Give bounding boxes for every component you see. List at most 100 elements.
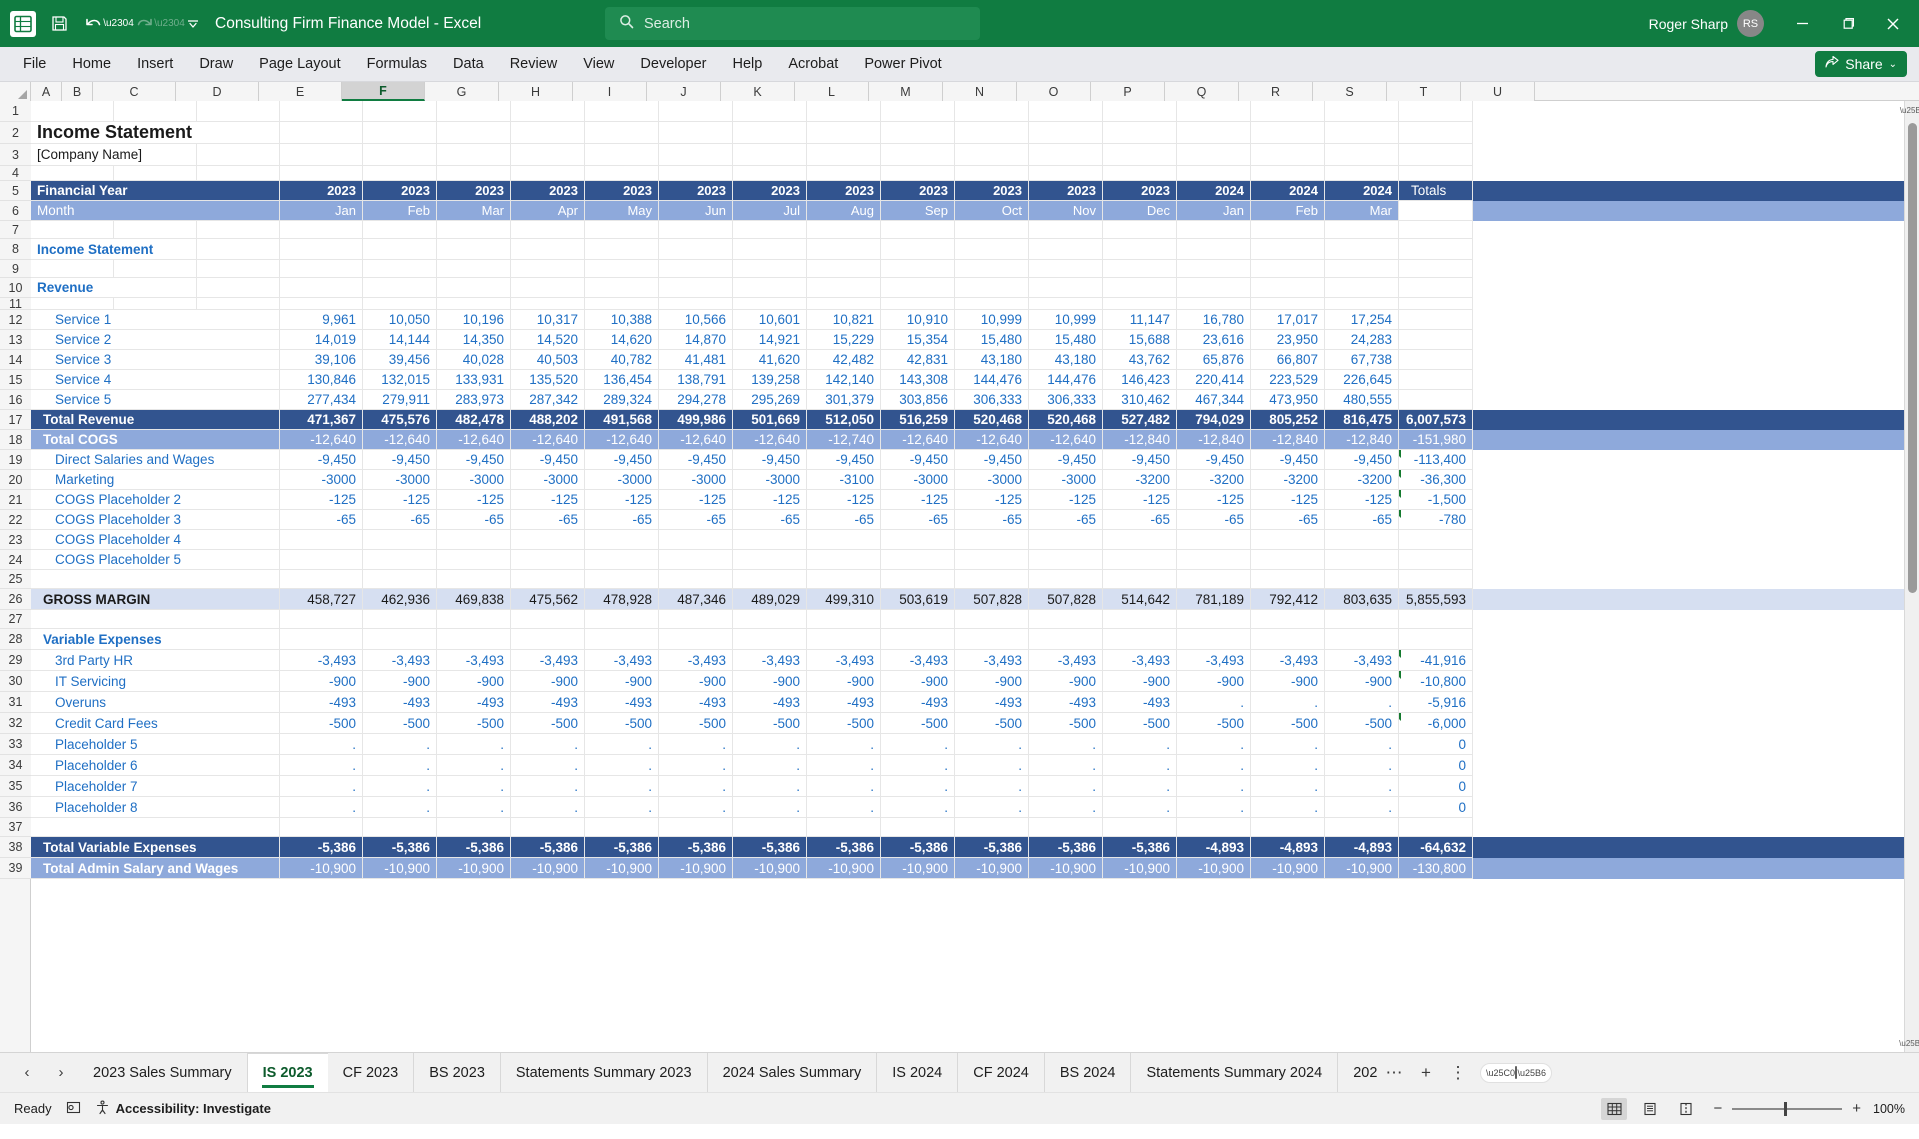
data-cell[interactable]: 14,921 xyxy=(733,330,807,350)
total-cell[interactable] xyxy=(1399,530,1473,550)
cell[interactable] xyxy=(733,101,807,122)
data-cell[interactable]: -3,493 xyxy=(585,650,659,671)
data-cell[interactable] xyxy=(511,530,585,550)
data-cell[interactable]: -900 xyxy=(733,671,807,692)
cell[interactable] xyxy=(955,166,1029,181)
data-cell[interactable]: 501,669 xyxy=(733,410,807,430)
data-cell[interactable]: -500 xyxy=(1177,713,1251,734)
cell[interactable] xyxy=(659,278,733,298)
cell[interactable] xyxy=(280,239,363,260)
data-cell[interactable]: -500 xyxy=(807,713,881,734)
data-cell[interactable] xyxy=(733,629,807,650)
data-cell[interactable]: -125 xyxy=(733,490,807,510)
data-cell[interactable] xyxy=(955,629,1029,650)
data-cell[interactable]: 14,144 xyxy=(363,330,437,350)
zoom-slider-handle[interactable] xyxy=(1784,1101,1788,1116)
cell[interactable] xyxy=(659,166,733,181)
data-cell[interactable]: 144,476 xyxy=(955,370,1029,390)
cell[interactable] xyxy=(1251,166,1325,181)
data-cell[interactable]: 277,434 xyxy=(280,390,363,410)
data-cell[interactable]: -125 xyxy=(437,490,511,510)
data-cell[interactable] xyxy=(363,530,437,550)
data-cell[interactable]: -500 xyxy=(585,713,659,734)
data-cell[interactable]: 283,973 xyxy=(437,390,511,410)
total-cell[interactable]: 0 xyxy=(1399,797,1473,818)
data-cell[interactable]: -65 xyxy=(1251,510,1325,530)
data-cell[interactable]: -12,640 xyxy=(955,430,1029,450)
cell[interactable] xyxy=(1251,101,1325,122)
data-cell[interactable]: -65 xyxy=(1103,510,1177,530)
data-cell[interactable]: -125 xyxy=(280,490,363,510)
data-cell[interactable]: 306,333 xyxy=(955,390,1029,410)
sheet-tab-bs-2024[interactable]: BS 2024 xyxy=(1045,1052,1132,1093)
ribbon-tab-data[interactable]: Data xyxy=(440,47,497,81)
data-cell[interactable]: -900 xyxy=(280,671,363,692)
row-header-16[interactable]: 16 xyxy=(0,390,31,410)
table-row[interactable]: Service 3 39,106 39,456 40,028 40,503 40,782 4… xyxy=(31,350,1919,370)
data-cell[interactable] xyxy=(807,818,881,837)
data-cell[interactable]: -9,450 xyxy=(1103,450,1177,470)
data-cell[interactable] xyxy=(280,530,363,550)
table-row[interactable]: Direct Salaries and Wages -9,450 -9,450 -9,… xyxy=(31,450,1919,470)
cell[interactable] xyxy=(511,278,585,298)
cell[interactable] xyxy=(733,278,807,298)
sheet-tab-2023-sales-summary[interactable]: 2023 Sales Summary xyxy=(78,1052,248,1093)
undo-dropdown-icon[interactable]: \u2304 xyxy=(103,7,134,41)
cell[interactable] xyxy=(363,221,437,239)
cell[interactable] xyxy=(437,260,511,278)
data-cell[interactable]: 471,367 xyxy=(280,410,363,430)
data-cell[interactable]: . xyxy=(659,734,733,755)
cell[interactable] xyxy=(511,166,585,181)
data-cell[interactable]: . xyxy=(1103,734,1177,755)
data-cell[interactable] xyxy=(1103,550,1177,570)
cell[interactable] xyxy=(807,144,881,166)
cell[interactable] xyxy=(511,221,585,239)
data-cell[interactable]: -10,900 xyxy=(1177,858,1251,879)
sheet-menu-icon[interactable]: ⋮ xyxy=(1442,1056,1474,1090)
cell[interactable] xyxy=(1399,166,1473,181)
data-cell[interactable] xyxy=(807,550,881,570)
data-cell[interactable]: . xyxy=(1103,797,1177,818)
column-header-N[interactable]: N xyxy=(943,82,1017,101)
data-cell[interactable] xyxy=(955,818,1029,837)
row-header-38[interactable]: 38 xyxy=(0,837,31,858)
table-row[interactable]: [Company Name] xyxy=(31,144,1919,166)
data-cell[interactable]: -3000 xyxy=(363,470,437,490)
cell[interactable] xyxy=(807,221,881,239)
data-cell[interactable]: -5,386 xyxy=(807,837,881,858)
row-header-26[interactable]: 26 xyxy=(0,589,31,610)
cell[interactable] xyxy=(114,221,197,239)
row-header-29[interactable]: 29 xyxy=(0,650,31,671)
column-header-I[interactable]: I xyxy=(573,82,647,101)
zoom-in-button[interactable]: + xyxy=(1852,1100,1861,1117)
prev-sheet-button[interactable]: ‹ xyxy=(10,1056,44,1090)
data-cell[interactable] xyxy=(1251,818,1325,837)
data-cell[interactable]: 488,202 xyxy=(511,410,585,430)
data-cell[interactable]: -9,450 xyxy=(363,450,437,470)
cell[interactable] xyxy=(363,239,437,260)
data-cell[interactable]: -65 xyxy=(363,510,437,530)
table-row[interactable] xyxy=(31,298,1919,310)
table-row[interactable]: Service 5 277,434 279,911 283,973 287,342 289… xyxy=(31,390,1919,410)
data-cell[interactable] xyxy=(437,570,511,589)
cell[interactable] xyxy=(363,298,437,310)
data-cell[interactable]: -65 xyxy=(511,510,585,530)
data-cell[interactable]: . xyxy=(585,734,659,755)
data-cell[interactable]: 11,147 xyxy=(1103,310,1177,330)
data-cell[interactable]: -3000 xyxy=(955,470,1029,490)
data-cell[interactable]: -900 xyxy=(363,671,437,692)
row-header-32[interactable]: 32 xyxy=(0,713,31,734)
data-cell[interactable]: -500 xyxy=(1029,713,1103,734)
cell[interactable] xyxy=(197,260,280,278)
column-header-F[interactable]: F xyxy=(342,82,425,101)
row-header-39[interactable]: 39 xyxy=(0,858,31,879)
cell[interactable] xyxy=(585,298,659,310)
data-cell[interactable] xyxy=(585,570,659,589)
data-cell[interactable]: -12,740 xyxy=(807,430,881,450)
data-cell[interactable]: -500 xyxy=(1103,713,1177,734)
cell[interactable] xyxy=(807,101,881,122)
data-cell[interactable]: 14,350 xyxy=(437,330,511,350)
cell[interactable] xyxy=(1029,260,1103,278)
data-cell[interactable]: -493 xyxy=(807,692,881,713)
data-cell[interactable]: -493 xyxy=(733,692,807,713)
